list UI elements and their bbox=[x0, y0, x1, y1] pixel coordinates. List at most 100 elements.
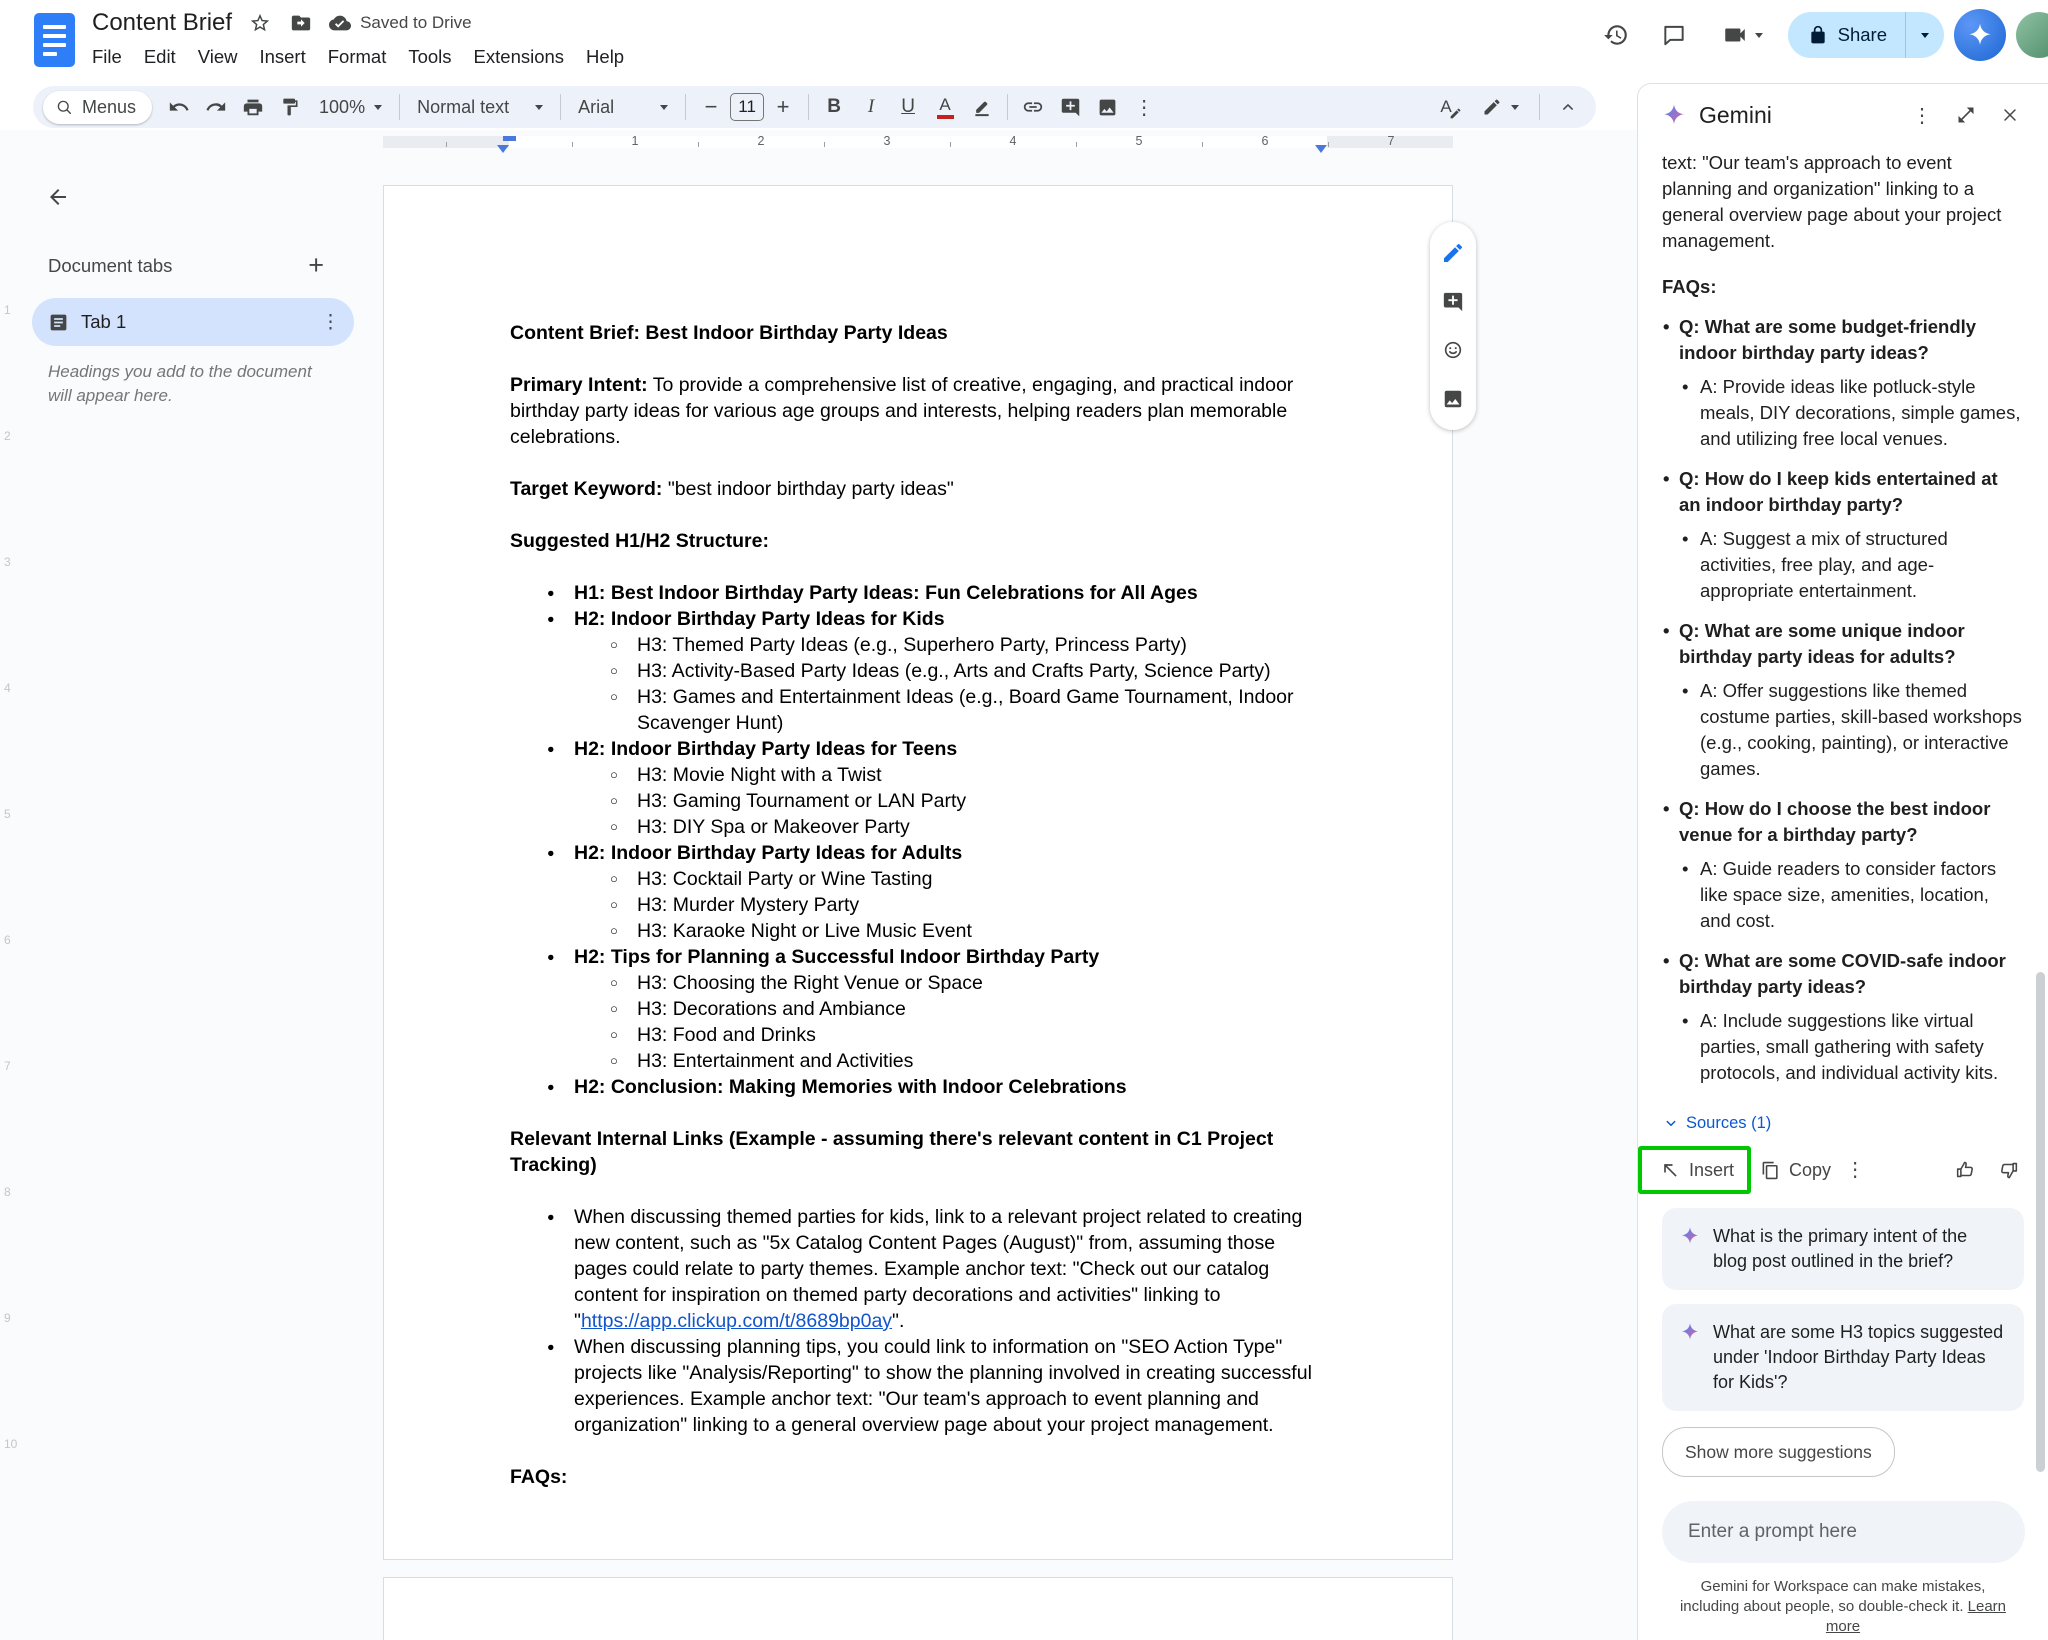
insert-button[interactable]: Insert bbox=[1654, 1153, 1740, 1187]
emoji-reaction-button[interactable] bbox=[1435, 332, 1471, 368]
vertical-ruler-number: 9 bbox=[4, 1311, 11, 1325]
saved-status[interactable]: Saved to Drive bbox=[329, 12, 472, 34]
add-tab-button[interactable]: + bbox=[308, 252, 324, 279]
chevron-down-icon bbox=[1755, 33, 1763, 38]
menu-help[interactable]: Help bbox=[575, 42, 635, 72]
text-run: ". bbox=[892, 1310, 904, 1332]
underline-button[interactable]: U bbox=[890, 89, 926, 125]
menu-file[interactable]: File bbox=[81, 42, 133, 72]
version-history-button[interactable] bbox=[1592, 11, 1640, 59]
response-menu-button[interactable]: ⋮ bbox=[1841, 1153, 1869, 1187]
copy-icon bbox=[1761, 1161, 1780, 1180]
add-comment-icon bbox=[1442, 291, 1464, 313]
italic-icon: I bbox=[868, 96, 874, 118]
faq-question: Q: How do I choose the best indoor venue… bbox=[1662, 796, 2024, 848]
highlighter-icon bbox=[972, 97, 992, 117]
star-icon[interactable] bbox=[247, 10, 273, 36]
close-panel-button[interactable] bbox=[1990, 95, 2030, 135]
first-line-indent-marker[interactable] bbox=[503, 136, 516, 141]
font-select[interactable]: Arial bbox=[568, 89, 678, 125]
cloud-check-icon bbox=[329, 12, 351, 34]
doc-primary-intent: Primary Intent: To provide a comprehensi… bbox=[510, 372, 1326, 450]
rail-image-button[interactable] bbox=[1435, 381, 1471, 417]
menu-insert[interactable]: Insert bbox=[248, 42, 316, 72]
gemini-faqs-heading: FAQs: bbox=[1662, 274, 2024, 300]
google-docs-logo[interactable] bbox=[34, 13, 75, 67]
styles-select[interactable]: Normal text bbox=[407, 89, 553, 125]
indent-marker-left[interactable] bbox=[497, 145, 509, 153]
internal-link-item: When discussing planning tips, you could… bbox=[510, 1334, 1326, 1438]
panel-menu-button[interactable]: ⋮ bbox=[1902, 95, 1942, 135]
undo-button[interactable] bbox=[161, 89, 197, 125]
insert-link-button[interactable] bbox=[1015, 89, 1051, 125]
bold-button[interactable]: B bbox=[816, 89, 852, 125]
help-me-write-button[interactable] bbox=[1435, 235, 1471, 271]
share-button[interactable]: Share bbox=[1788, 12, 1944, 58]
menu-extensions[interactable]: Extensions bbox=[463, 42, 576, 72]
redo-button[interactable] bbox=[198, 89, 234, 125]
suggestion-chip[interactable]: What are some H3 topics suggested under … bbox=[1662, 1304, 2024, 1411]
comment-icon bbox=[1661, 22, 1687, 48]
more-options-button[interactable]: ⋮ bbox=[1126, 89, 1162, 125]
collapse-toolbar-button[interactable] bbox=[1550, 89, 1586, 125]
zoom-select[interactable]: 100% bbox=[309, 89, 392, 125]
panel-scrollbar[interactable] bbox=[2036, 972, 2045, 1472]
indent-marker-right[interactable] bbox=[1315, 145, 1327, 153]
share-dropdown[interactable] bbox=[1906, 33, 1944, 38]
menu-view[interactable]: View bbox=[187, 42, 249, 72]
document-link[interactable]: https://app.clickup.com/t/8689bp0ay bbox=[581, 1310, 892, 1332]
highlight-color-button[interactable] bbox=[964, 89, 1000, 125]
menu-format[interactable]: Format bbox=[317, 42, 398, 72]
prompt-input[interactable] bbox=[1662, 1501, 2025, 1563]
faq-answer: A: Suggest a mix of structured activitie… bbox=[1662, 526, 2024, 604]
comments-button[interactable] bbox=[1650, 11, 1698, 59]
ruler-tick bbox=[1076, 142, 1077, 147]
increase-font-size-button[interactable]: + bbox=[765, 89, 801, 125]
move-folder-icon[interactable] bbox=[288, 10, 314, 36]
thumbs-down-button[interactable] bbox=[1998, 1159, 2020, 1181]
rail-add-comment-button[interactable] bbox=[1435, 284, 1471, 320]
paint-format-button[interactable] bbox=[272, 89, 308, 125]
back-button[interactable] bbox=[36, 175, 80, 219]
suggestion-chip[interactable]: What is the primary intent of the blog p… bbox=[1662, 1208, 2024, 1290]
outline-subitem: H3: Cocktail Party or Wine Tasting bbox=[574, 866, 1326, 892]
vertical-ruler-number: 10 bbox=[4, 1437, 17, 1451]
document-page-1[interactable]: Content Brief: Best Indoor Birthday Part… bbox=[383, 185, 1453, 1560]
meet-button[interactable] bbox=[1708, 22, 1778, 48]
decrease-font-size-button[interactable]: − bbox=[693, 89, 729, 125]
ruler-number: 7 bbox=[1388, 134, 1395, 148]
writing-tools-button[interactable]: A bbox=[1424, 89, 1468, 125]
font-size-input[interactable]: 11 bbox=[730, 93, 764, 121]
toolbar-separator bbox=[685, 94, 686, 120]
close-icon bbox=[2000, 105, 2020, 125]
editing-mode-button[interactable] bbox=[1472, 89, 1529, 125]
document-page-2[interactable] bbox=[383, 1577, 1453, 1640]
sources-toggle[interactable]: Sources (1) bbox=[1662, 1110, 2024, 1136]
expand-panel-button[interactable] bbox=[1946, 95, 1986, 135]
quick-actions-rail bbox=[1430, 222, 1476, 430]
print-button[interactable] bbox=[235, 89, 271, 125]
thumbs-up-button[interactable] bbox=[1954, 1159, 1976, 1181]
vertical-ruler-number: 4 bbox=[4, 681, 11, 695]
tab-menu-button[interactable]: ⋮ bbox=[321, 311, 340, 334]
menu-tools[interactable]: Tools bbox=[397, 42, 462, 72]
document-title[interactable]: Content Brief bbox=[92, 9, 232, 37]
italic-button[interactable]: I bbox=[853, 89, 889, 125]
faq-answer: A: Offer suggestions like themed costume… bbox=[1662, 678, 2024, 782]
more-vertical-icon: ⋮ bbox=[1912, 103, 1932, 128]
insert-image-button[interactable] bbox=[1089, 89, 1125, 125]
show-more-suggestions-button[interactable]: Show more suggestions bbox=[1662, 1427, 1895, 1477]
ruler-number: 6 bbox=[1262, 134, 1269, 148]
outline-subitem: H3: Activity-Based Party Ideas (e.g., Ar… bbox=[574, 658, 1326, 684]
copy-button[interactable]: Copy bbox=[1751, 1150, 1841, 1190]
thumbs-up-icon bbox=[1954, 1159, 1976, 1181]
menu-edit[interactable]: Edit bbox=[133, 42, 187, 72]
menus-button[interactable]: Menus bbox=[43, 91, 152, 124]
gemini-button[interactable] bbox=[1954, 9, 2006, 61]
tab-item[interactable]: Tab 1 ⋮ bbox=[32, 298, 354, 346]
outline-item: H2: Tips for Planning a Successful Indoo… bbox=[510, 944, 1326, 1074]
ruler-number: 3 bbox=[884, 134, 891, 148]
avatar[interactable] bbox=[2016, 12, 2048, 58]
add-comment-button[interactable] bbox=[1052, 89, 1088, 125]
text-color-button[interactable]: A bbox=[927, 89, 963, 125]
